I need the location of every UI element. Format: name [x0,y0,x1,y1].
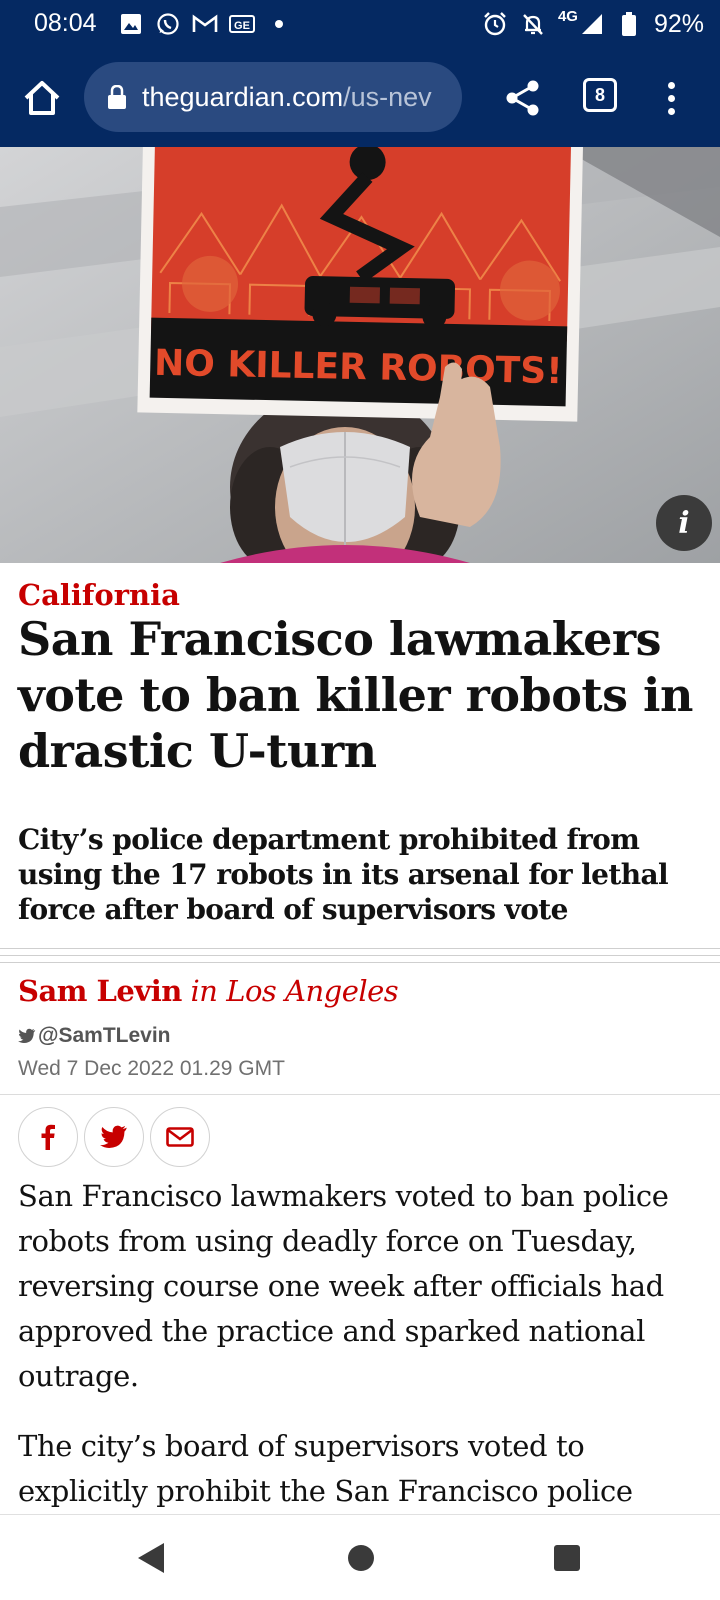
byline: Sam Levin in Los Angeles [18,974,399,1008]
section-label[interactable]: California [18,578,180,612]
notification-icons: GE [118,10,292,38]
system-icons: 4G 92% [482,8,704,40]
share-email-button[interactable] [150,1107,210,1167]
article-body: San Francisco lawmakers voted to ban pol… [18,1174,698,1539]
byline-location: in Los Angeles [190,974,399,1008]
tab-switcher-button[interactable]: 8 [583,78,617,112]
signal-group: 4G [558,8,604,36]
share-facebook-button[interactable] [18,1107,78,1167]
network-type: 4G [557,7,578,25]
signal-icon [581,14,602,34]
address-bar[interactable]: theguardian.com/us-nev [84,62,462,132]
home-button[interactable] [20,76,64,120]
lock-icon [108,85,126,109]
url-domain: theguardian.com [142,81,344,112]
mute-bell-icon [520,11,546,37]
overflow-menu-button[interactable] [656,76,686,120]
headline: San Francisco lawmakers vote to ban kill… [18,612,693,778]
paragraph: The city’s board of supervisors voted to… [18,1429,633,1508]
hero-image: NO KILLER ROBOTS! i [0,147,720,563]
battery-icon [616,11,642,37]
nav-recents-button[interactable] [554,1545,580,1571]
share-twitter-button[interactable] [84,1107,144,1167]
paragraph: San Francisco lawmakers voted to ban pol… [18,1179,669,1393]
back-icon [138,1543,164,1573]
share-button[interactable] [502,76,542,120]
nav-home-button[interactable] [348,1545,374,1571]
email-icon [166,1127,194,1147]
url-path: /us-nev [343,81,432,112]
image-icon [118,11,144,37]
system-nav-bar [0,1514,720,1600]
divider [0,1094,720,1095]
ge-icon: GE [229,11,255,37]
status-time: 08:04 [34,9,97,37]
divider-lines [0,948,720,970]
image-info-button[interactable]: i [656,495,712,551]
home-icon [24,81,60,115]
twitter-icon [100,1125,127,1148]
gmail-icon [192,11,218,37]
status-bar: 08:04 GE 4G 92% [0,0,720,50]
dot-icon [266,11,292,37]
twitter-icon [18,1028,36,1044]
twitter-handle: @SamTLevin [38,1024,171,1047]
alarm-icon [482,11,508,37]
publish-date: Wed 7 Dec 2022 01.29 GMT [18,1057,285,1080]
author-link[interactable]: Sam Levin [18,974,182,1008]
whatsapp-icon [155,11,181,37]
share-buttons [18,1107,210,1167]
info-icon: i [678,505,690,541]
facebook-icon [41,1124,55,1150]
standfirst: City’s police department prohibited from… [18,823,669,926]
svg-text:GE: GE [234,20,250,32]
browser-toolbar: theguardian.com/us-nev 8 [0,50,720,147]
nav-back-button[interactable] [136,1541,166,1575]
battery-percent: 92% [653,9,704,38]
share-icon [506,80,539,116]
protest-photo: NO KILLER ROBOTS! [0,147,720,563]
sign-text: NO KILLER ROBOTS! [154,343,563,393]
author-twitter[interactable]: @SamTLevin [18,1024,171,1048]
